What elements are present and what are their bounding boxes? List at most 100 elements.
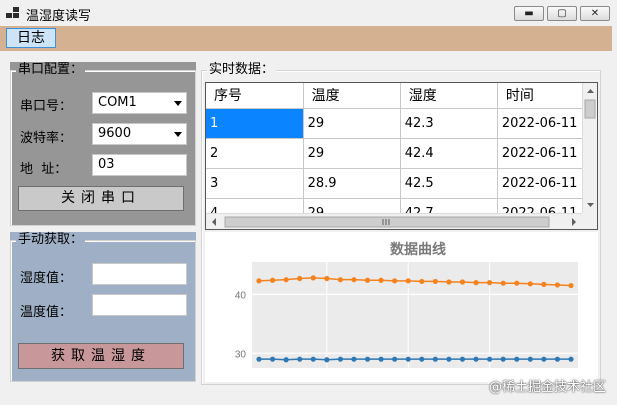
- data-point[interactable]: [392, 278, 398, 284]
- scroll-down-arrow-icon[interactable]: [587, 203, 594, 207]
- maximize-button[interactable]: ▢: [547, 6, 577, 21]
- data-point[interactable]: [419, 356, 425, 362]
- data-point[interactable]: [541, 281, 547, 287]
- data-point[interactable]: [568, 282, 574, 289]
- data-point[interactable]: [487, 280, 493, 286]
- data-point[interactable]: [405, 278, 411, 284]
- data-point[interactable]: [297, 356, 303, 362]
- data-point[interactable]: [514, 280, 520, 286]
- data-chart: 数据曲线 30 40: [205, 232, 598, 382]
- table-cell[interactable]: 29: [303, 108, 401, 139]
- data-point[interactable]: [473, 356, 479, 362]
- table-cell[interactable]: 28.9: [303, 168, 401, 199]
- column-header[interactable]: 湿度: [400, 83, 498, 109]
- data-grid[interactable]: 序号 温度 湿度 时间 1 29 42.3 2022-06-11 2 29 42…: [205, 82, 598, 230]
- data-point[interactable]: [473, 280, 479, 286]
- table-cell[interactable]: 42.4: [400, 138, 498, 169]
- data-point[interactable]: [459, 279, 466, 285]
- title-bar: 温湿度读写 ▬ ▢ ✕: [0, 0, 617, 26]
- data-point[interactable]: [297, 275, 303, 282]
- column-header[interactable]: 温度: [303, 83, 401, 109]
- data-point[interactable]: [324, 357, 330, 363]
- data-point[interactable]: [432, 278, 438, 285]
- temperature-input[interactable]: [92, 294, 187, 316]
- data-point[interactable]: [419, 278, 425, 285]
- table-row[interactable]: 2 29 42.4 2022-06-11: [206, 138, 597, 169]
- data-point[interactable]: [554, 282, 561, 288]
- data-point[interactable]: [378, 356, 384, 362]
- scroll-up-arrow-icon[interactable]: [587, 89, 594, 93]
- menu-bar: 日志: [0, 26, 612, 51]
- data-point[interactable]: [527, 356, 533, 362]
- table-cell[interactable]: 29: [303, 138, 401, 169]
- vertical-scroll-thumb[interactable]: [584, 99, 596, 119]
- table-cell[interactable]: 42.5: [400, 168, 498, 199]
- data-point[interactable]: [405, 356, 411, 362]
- data-point[interactable]: [568, 356, 574, 362]
- scroll-right-arrow-icon[interactable]: [572, 218, 576, 226]
- data-point[interactable]: [432, 356, 438, 362]
- table-row[interactable]: 1 29 42.3 2022-06-11: [206, 108, 597, 139]
- humidity-label: 湿度值：: [20, 271, 73, 286]
- data-point[interactable]: [269, 277, 276, 283]
- scrollbar-corner: [582, 213, 597, 229]
- data-point[interactable]: [554, 356, 561, 362]
- data-point[interactable]: [500, 356, 506, 362]
- data-point[interactable]: [337, 277, 343, 283]
- column-header[interactable]: 序号: [206, 83, 304, 109]
- data-point[interactable]: [487, 356, 493, 362]
- close-window-button[interactable]: ✕: [580, 6, 610, 21]
- data-point[interactable]: [514, 356, 520, 362]
- data-point[interactable]: [256, 356, 262, 362]
- data-point[interactable]: [392, 356, 398, 362]
- minimize-button[interactable]: ▬: [514, 6, 544, 21]
- manual-fetch-title: 手动获取：: [16, 232, 86, 248]
- menu-item-log[interactable]: 日志: [6, 28, 56, 48]
- table-cell[interactable]: 1: [206, 108, 304, 139]
- data-point[interactable]: [459, 356, 466, 362]
- data-point[interactable]: [364, 356, 371, 362]
- data-table: 序号 温度 湿度 时间 1 29 42.3 2022-06-11 2 29 42…: [206, 83, 597, 229]
- data-point[interactable]: [310, 356, 316, 362]
- watermark: @稀土掘金技术社区: [488, 380, 606, 395]
- data-point[interactable]: [541, 356, 547, 362]
- humidity-input[interactable]: [92, 263, 187, 285]
- data-point[interactable]: [256, 278, 262, 284]
- series-line-1: [259, 358, 571, 361]
- data-point[interactable]: [378, 277, 384, 283]
- data-point[interactable]: [446, 279, 452, 285]
- horizontal-scroll-thumb[interactable]: [224, 216, 550, 228]
- port-combobox[interactable]: COM1: [92, 92, 187, 114]
- data-point[interactable]: [351, 356, 357, 362]
- close-port-button[interactable]: 关闭串口: [18, 186, 184, 211]
- baud-combobox[interactable]: 9600: [92, 123, 187, 145]
- data-point[interactable]: [500, 280, 506, 286]
- data-point[interactable]: [324, 275, 330, 282]
- data-point[interactable]: [527, 281, 533, 287]
- horizontal-scrollbar[interactable]: [206, 213, 583, 229]
- data-point[interactable]: [283, 277, 289, 283]
- data-point[interactable]: [364, 277, 371, 283]
- y-tick-label: 40: [235, 290, 247, 301]
- chevron-down-icon[interactable]: [174, 132, 182, 137]
- fetch-button[interactable]: 获取温湿度: [18, 343, 184, 369]
- address-input[interactable]: 03: [92, 154, 187, 176]
- table-cell[interactable]: 3: [206, 168, 304, 199]
- data-point[interactable]: [351, 277, 357, 283]
- vertical-scrollbar-graphic: [584, 89, 596, 207]
- data-point[interactable]: [269, 356, 276, 362]
- chevron-down-icon[interactable]: [174, 101, 182, 106]
- baud-value: 9600: [98, 126, 132, 141]
- scroll-left-arrow-icon[interactable]: [212, 218, 216, 226]
- chart-title: 数据曲线: [390, 241, 446, 257]
- data-point[interactable]: [310, 275, 316, 281]
- horizontal-scrollbar-graphic: [212, 216, 576, 228]
- table-cell[interactable]: 2: [206, 138, 304, 169]
- vertical-scrollbar[interactable]: [582, 83, 597, 213]
- table-cell[interactable]: 42.3: [400, 108, 498, 139]
- data-point[interactable]: [446, 356, 452, 362]
- address-label: 地 址：: [20, 162, 68, 177]
- data-point[interactable]: [283, 357, 289, 363]
- data-point[interactable]: [337, 356, 343, 362]
- table-row[interactable]: 3 28.9 42.5 2022-06-11: [206, 168, 597, 199]
